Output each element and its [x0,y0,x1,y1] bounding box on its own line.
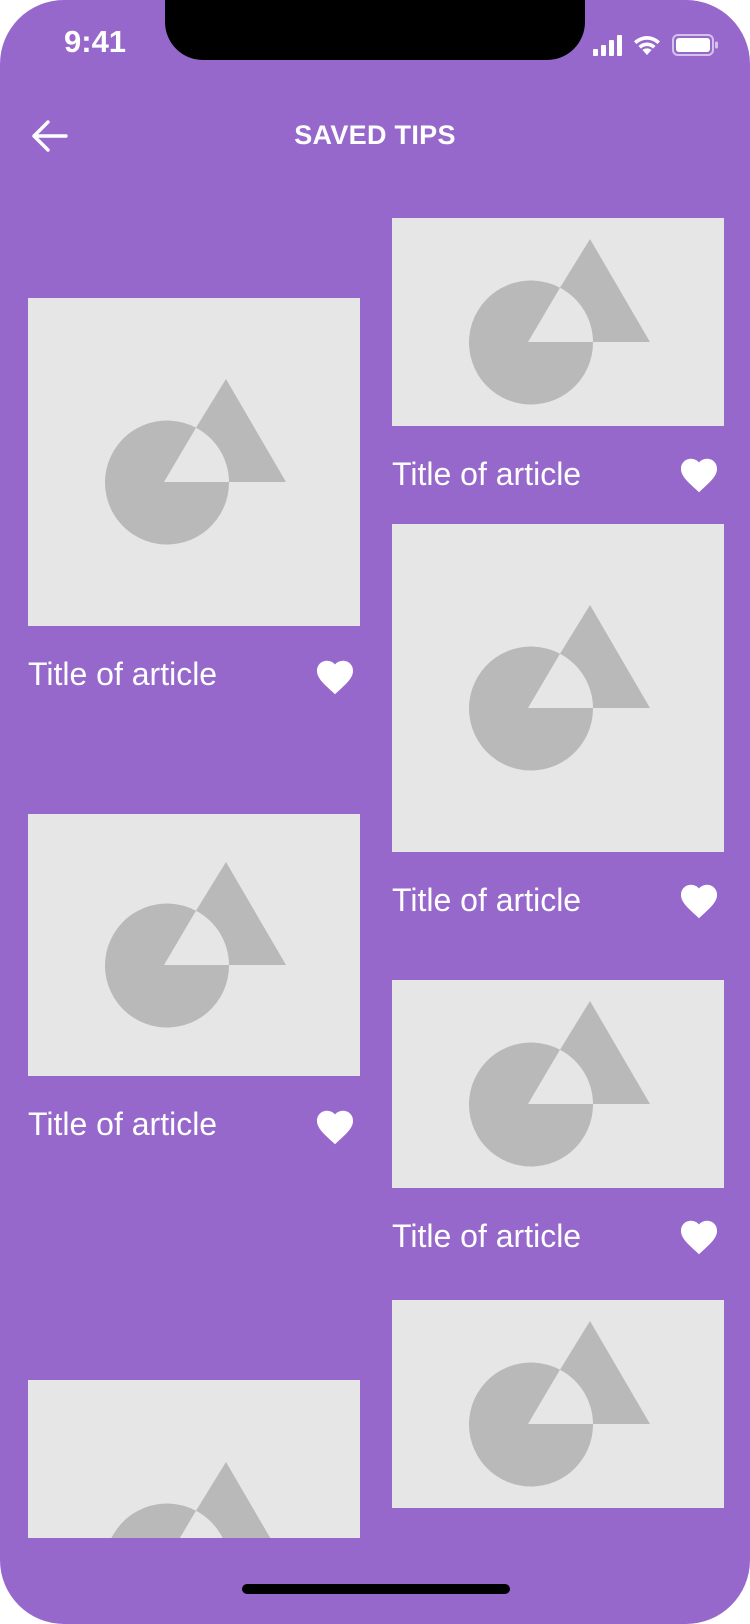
article-thumbnail[interactable] [392,980,724,1188]
article-thumbnail[interactable] [392,218,724,426]
article-title[interactable]: Title of article [392,882,581,919]
article-title[interactable]: Title of article [28,1106,217,1143]
article-card[interactable]: Title of article [392,218,724,493]
article-title[interactable]: Title of article [392,1218,581,1255]
image-placeholder-icon [105,379,286,545]
image-placeholder-icon [469,239,650,405]
heart-icon[interactable] [678,454,720,494]
image-placeholder-icon [111,1462,271,1538]
article-thumbnail[interactable] [392,1300,724,1508]
article-card[interactable]: Title of article [28,814,360,1145]
article-title[interactable]: Title of article [392,456,581,493]
page-title: SAVED TIPS [294,120,456,150]
article-title[interactable]: Title of article [28,656,217,693]
heart-icon[interactable] [678,880,720,920]
article-card[interactable] [28,1380,360,1538]
image-placeholder-icon [105,862,286,1028]
battery-icon [672,34,718,56]
article-thumbnail[interactable] [392,524,724,852]
article-card[interactable]: Title of article [392,524,724,919]
article-card[interactable]: Title of article [392,980,724,1255]
status-icons [593,30,718,60]
image-placeholder-icon [469,1321,650,1487]
article-thumbnail[interactable] [28,298,360,626]
heart-icon[interactable] [314,656,356,696]
app-bar: SAVED TIPS [0,100,750,176]
wifi-icon [632,34,662,56]
home-indicator[interactable] [242,1584,510,1594]
image-placeholder-icon [469,605,650,771]
heart-icon[interactable] [678,1216,720,1256]
phone-screen: 9:41 SAVED TIPS Title of article Title o… [0,0,750,1624]
article-card[interactable] [392,1300,724,1508]
status-time: 9:41 [64,24,127,59]
cellular-signal-icon [593,34,622,56]
device-notch [165,0,585,60]
image-placeholder-icon [469,1001,650,1167]
heart-icon[interactable] [314,1106,356,1146]
article-card[interactable]: Title of article [28,298,360,695]
article-thumbnail[interactable] [28,1380,360,1538]
article-thumbnail[interactable] [28,814,360,1076]
